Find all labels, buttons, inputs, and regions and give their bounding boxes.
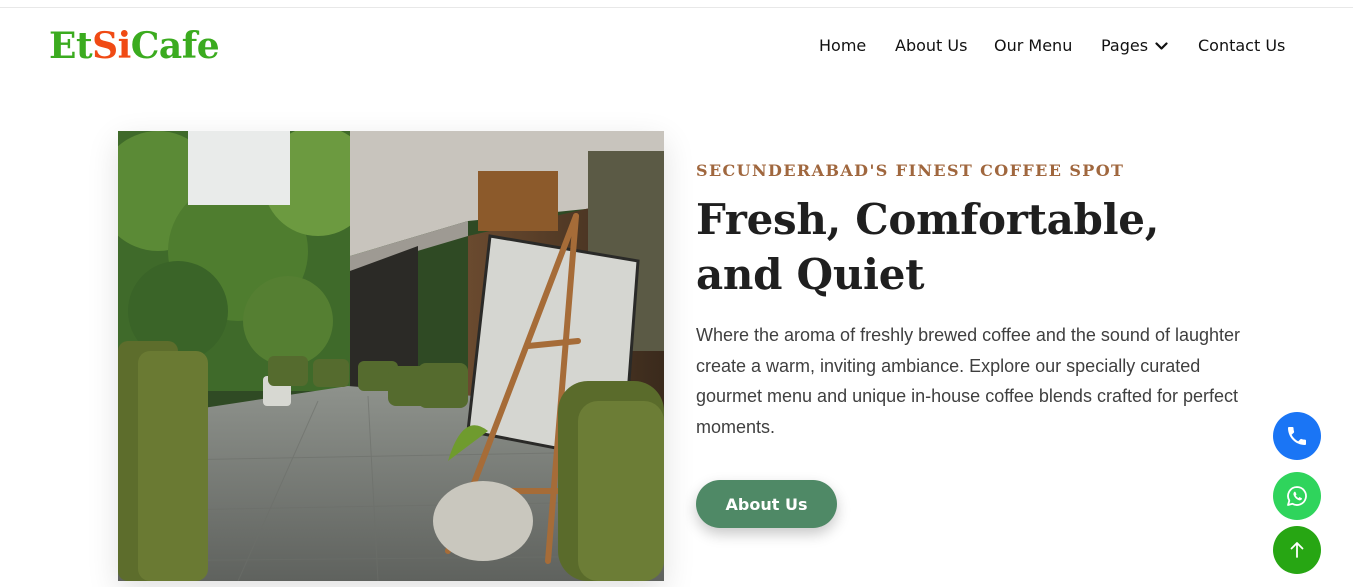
whatsapp-icon [1287,486,1307,506]
hero-eyebrow: SECUNDERABAD'S FINEST COFFEE SPOT [696,161,1125,180]
whatsapp-button[interactable] [1273,472,1321,520]
arrow-up-icon [1290,542,1304,558]
cafe-interior-photo [118,131,664,581]
nav-pages[interactable]: Pages [1101,35,1168,57]
logo-part-si: Si [92,25,131,67]
nav-home[interactable]: Home [819,35,866,57]
hero-description: Where the aroma of freshly brewed coffee… [696,325,1240,438]
back-to-top-button[interactable] [1273,526,1321,574]
hero-headline-line2: and Quiet [696,250,925,299]
hero-headline: Fresh, Comfortable, and Quiet [696,192,1216,302]
header-top-border [0,7,1353,8]
call-button[interactable] [1273,412,1321,460]
nav-about-us[interactable]: About Us [895,35,967,57]
nav-our-menu[interactable]: Our Menu [994,35,1072,57]
nav-contact-us[interactable]: Contact Us [1198,35,1285,57]
hero-headline-line1: Fresh, Comfortable, [696,195,1160,244]
about-us-button[interactable]: About Us [696,480,837,528]
nav-pages-label: Pages [1101,36,1149,55]
site-logo[interactable]: EtSiCafe [49,22,220,70]
phone-icon [1288,427,1306,445]
logo-part-et: Et [49,25,93,67]
chevron-down-icon [1155,41,1168,50]
logo-part-cafe: Cafe [130,25,220,67]
